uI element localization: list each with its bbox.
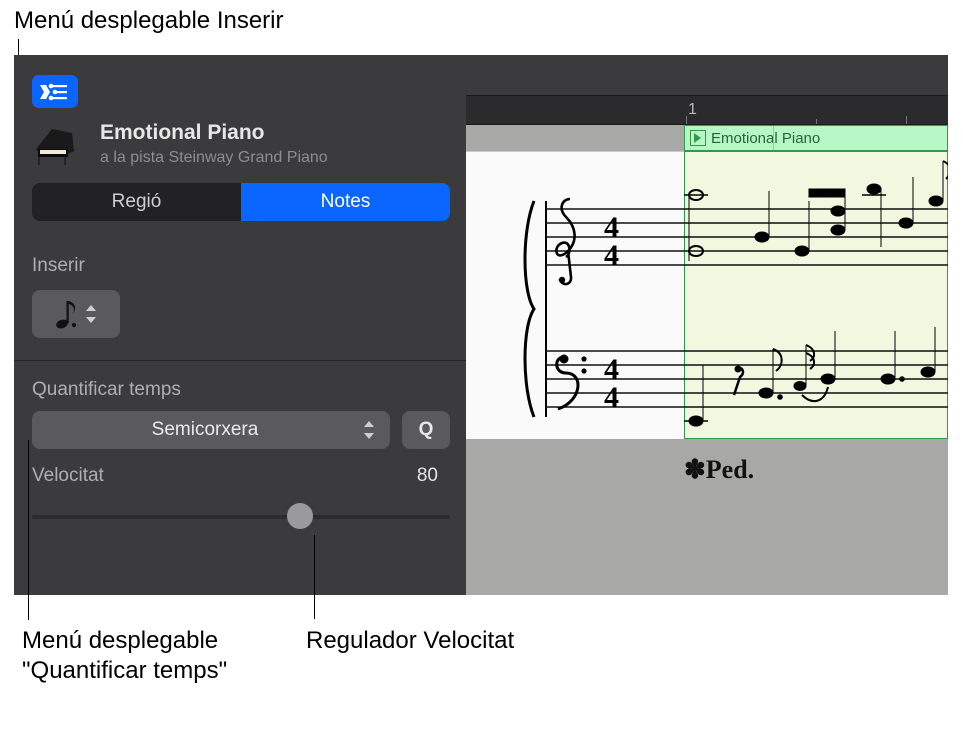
callout-line <box>28 440 29 620</box>
ruler-marker-1: 1 <box>688 101 697 119</box>
score-margin <box>466 151 684 439</box>
quantize-apply-button[interactable]: Q <box>402 411 450 449</box>
ruler-tick <box>906 116 907 124</box>
pedal-marking: ✽Ped. <box>684 455 754 485</box>
chevron-up-down-icon <box>364 419 376 441</box>
app-panel: Emotional Piano a la pista Steinway Gran… <box>14 55 948 595</box>
velocity-value: 80 <box>417 465 438 487</box>
tab-bar: Regió Notes <box>32 183 450 221</box>
callout-velocity: Regulador Velocitat <box>306 626 514 656</box>
velocity-label: Velocitat <box>32 465 104 487</box>
insert-label: Inserir <box>32 255 85 277</box>
region-play-icon <box>691 131 705 145</box>
ruler-tick <box>686 116 687 124</box>
slider-thumb[interactable] <box>287 503 313 529</box>
callout-quantize: Menú desplegable "Quantificar temps" <box>22 626 227 686</box>
dotted-eighth-note-icon <box>54 297 80 331</box>
region-subtitle: a la pista Steinway Grand Piano <box>100 149 328 167</box>
divider <box>14 360 466 361</box>
insert-dropdown[interactable] <box>32 290 120 338</box>
callout-insert: Menú desplegable Inserir <box>14 6 284 36</box>
slider-track <box>32 515 450 519</box>
callout-line <box>314 535 315 619</box>
timeline-ruler[interactable]: 1 <box>466 95 948 125</box>
filter-button[interactable] <box>32 75 78 108</box>
quantize-dropdown[interactable]: Semicorxera <box>32 411 390 449</box>
region-title: Emotional Piano <box>100 121 265 145</box>
filter-icon <box>40 82 70 102</box>
quantize-label: Quantificar temps <box>32 379 181 401</box>
velocity-slider[interactable] <box>32 505 450 529</box>
region-tick <box>773 126 774 150</box>
tab-notes[interactable]: Notes <box>241 183 450 221</box>
quantize-value: Semicorxera <box>46 419 364 441</box>
ruler-tick <box>816 119 817 124</box>
midi-region-name: Emotional Piano <box>711 130 820 147</box>
midi-region-header[interactable]: Emotional Piano <box>684 125 948 151</box>
piano-icon <box>32 123 76 167</box>
tab-region[interactable]: Regió <box>32 183 241 221</box>
chevron-up-down-icon <box>86 303 98 325</box>
midi-region-body[interactable] <box>684 151 948 439</box>
